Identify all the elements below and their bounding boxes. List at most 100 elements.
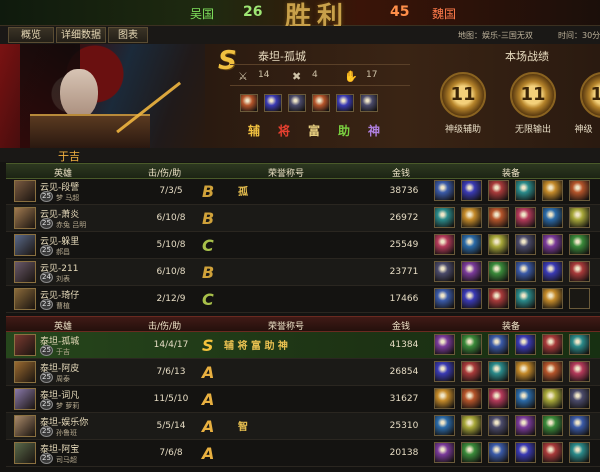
medal-damage-level: 11: [520, 84, 546, 105]
equipment-item-icon[interactable]: [542, 261, 563, 282]
equipment-item-icon[interactable]: [542, 288, 563, 309]
equipment-item-icon[interactable]: [542, 207, 563, 228]
equipment-item-icon[interactable]: [461, 388, 482, 409]
hero-item-icon[interactable]: [360, 94, 378, 112]
equipment-item-icon[interactable]: [542, 180, 563, 201]
hero-level-badge: 25: [40, 426, 53, 437]
match-record-title: 本场战绩: [505, 50, 549, 63]
equipment-item-icon[interactable]: [569, 361, 590, 382]
equipment-item-icon[interactable]: [434, 288, 455, 309]
hero-item-icon[interactable]: [336, 94, 354, 112]
equipment-item-icon[interactable]: [461, 334, 482, 355]
player-row[interactable]: 泰坦-阿宝 25 司马超 7/6/8 A 20138: [6, 440, 600, 467]
equipment-item-icon[interactable]: [488, 288, 509, 309]
equipment-item-icon[interactable]: [515, 361, 536, 382]
equipment-item-icon[interactable]: [569, 288, 590, 309]
player-row[interactable]: 云见-211 24 刘表 6/10/8 B 23771: [6, 259, 600, 286]
hero-level-badge: 25: [40, 191, 53, 202]
player-row[interactable]: 云见-段譬 25 梦 马超 7/3/5 B 孤 38736: [6, 178, 600, 205]
kda-value: 5/10/8: [156, 240, 186, 250]
hero-level-badge: 24: [40, 272, 53, 283]
green-team-header: 英雄 击/伤/助 荣誉称号 金钱 装备: [6, 163, 600, 179]
equipment-item-icon[interactable]: [515, 334, 536, 355]
equipment-item-icon[interactable]: [515, 261, 536, 282]
gold-value: 26972: [389, 213, 419, 223]
equipment-item-icon[interactable]: [488, 180, 509, 201]
equipment-item-icon[interactable]: [434, 361, 455, 382]
player-row[interactable]: 泰坦-阿皮 25 周泰 7/6/13 A 26854: [6, 359, 600, 386]
equipment-item-icon[interactable]: [569, 234, 590, 255]
equipment-item-icon[interactable]: [569, 442, 590, 463]
equipment-item-icon[interactable]: [569, 261, 590, 282]
equipment-item-icon[interactable]: [461, 180, 482, 201]
equipment-item-icon[interactable]: [542, 334, 563, 355]
equipment-item-icon[interactable]: [434, 180, 455, 201]
player-row[interactable]: 云见-萧炎 25 赤兔 吕明 6/10/8 B 26972: [6, 205, 600, 232]
equipment-item-icon[interactable]: [461, 261, 482, 282]
hero-item-icon[interactable]: [312, 94, 330, 112]
tab-overview[interactable]: 概览: [8, 27, 54, 43]
equipment-item-icon[interactable]: [488, 234, 509, 255]
assists-value: 17: [366, 70, 378, 80]
player-name-strip: [0, 148, 600, 162]
player-row[interactable]: 泰坦-娱乐你 25 孙鲁班 5/5/14 A 智 25310: [6, 413, 600, 440]
equipment-item-icon[interactable]: [488, 334, 509, 355]
equipment-item-icon[interactable]: [569, 334, 590, 355]
tab-detail-data[interactable]: 详细数据: [56, 27, 106, 43]
equipment-item-icon[interactable]: [434, 442, 455, 463]
equipment-item-icon[interactable]: [542, 361, 563, 382]
kda-value: 7/6/8: [159, 448, 183, 458]
equipment-item-icon[interactable]: [461, 442, 482, 463]
player-row[interactable]: 云见-琦仔 23 曹植 2/12/9 C 17466: [6, 286, 600, 313]
kda-value: 5/5/14: [156, 421, 186, 431]
hero-item-icon[interactable]: [288, 94, 306, 112]
equipment-item-icon[interactable]: [542, 442, 563, 463]
equipment-item-icon[interactable]: [488, 361, 509, 382]
equipment-item-icon[interactable]: [461, 288, 482, 309]
hero-level-badge: 25: [40, 453, 53, 464]
equipment-item-icon[interactable]: [434, 261, 455, 282]
equipment-item-icon[interactable]: [488, 388, 509, 409]
hero-level-badge: 25: [40, 245, 53, 256]
equipment-item-icon[interactable]: [569, 207, 590, 228]
hero-item-icon[interactable]: [240, 94, 258, 112]
equipment-item-icon[interactable]: [542, 415, 563, 436]
equipment-item-icon[interactable]: [488, 442, 509, 463]
equipment-item-icon[interactable]: [461, 415, 482, 436]
equipment-item-icon[interactable]: [515, 234, 536, 255]
kda-value: 6/10/8: [156, 267, 186, 277]
equipment-item-icon[interactable]: [488, 207, 509, 228]
right-team-name: 魏国: [432, 7, 457, 21]
equipment-item-icon[interactable]: [515, 180, 536, 201]
equipment-item-icon[interactable]: [461, 234, 482, 255]
equipment-item-icon[interactable]: [434, 334, 455, 355]
equipment-item-icon[interactable]: [461, 207, 482, 228]
equipment-item-icon[interactable]: [515, 288, 536, 309]
equipment-item-icon[interactable]: [569, 415, 590, 436]
equipment-item-icon[interactable]: [434, 388, 455, 409]
tab-charts[interactable]: 图表: [108, 27, 148, 43]
player-row[interactable]: 泰坦-词凡 25 梦 萝莉 11/5/10 A 31627: [6, 386, 600, 413]
equipment-item-icon[interactable]: [434, 234, 455, 255]
performance-grade: C: [202, 236, 214, 255]
equipment-item-icon[interactable]: [434, 415, 455, 436]
equipment-item-icon[interactable]: [542, 234, 563, 255]
equipment-item-icon[interactable]: [488, 415, 509, 436]
equipment-item-icon[interactable]: [569, 388, 590, 409]
equipment-item-icon[interactable]: [434, 207, 455, 228]
player-row[interactable]: 泰坦-孤城 25 于吉 14/4/17 S 辅 将 富 助 神 41384: [6, 332, 600, 359]
deaths-value: 4: [312, 70, 318, 80]
equipment-item-icon[interactable]: [515, 388, 536, 409]
equipment-item-icon[interactable]: [515, 442, 536, 463]
kda-value: 14/4/17: [153, 340, 189, 350]
player-name: 于吉: [58, 150, 80, 163]
equipment-item-icon[interactable]: [569, 180, 590, 201]
gold-value: 26854: [389, 367, 419, 377]
hero-item-icon[interactable]: [264, 94, 282, 112]
equipment-item-icon[interactable]: [515, 207, 536, 228]
player-row[interactable]: 云见-躲里 25 郝昌 5/10/8 C 25549: [6, 232, 600, 259]
equipment-item-icon[interactable]: [542, 388, 563, 409]
equipment-item-icon[interactable]: [488, 261, 509, 282]
equipment-item-icon[interactable]: [515, 415, 536, 436]
equipment-item-icon[interactable]: [461, 361, 482, 382]
